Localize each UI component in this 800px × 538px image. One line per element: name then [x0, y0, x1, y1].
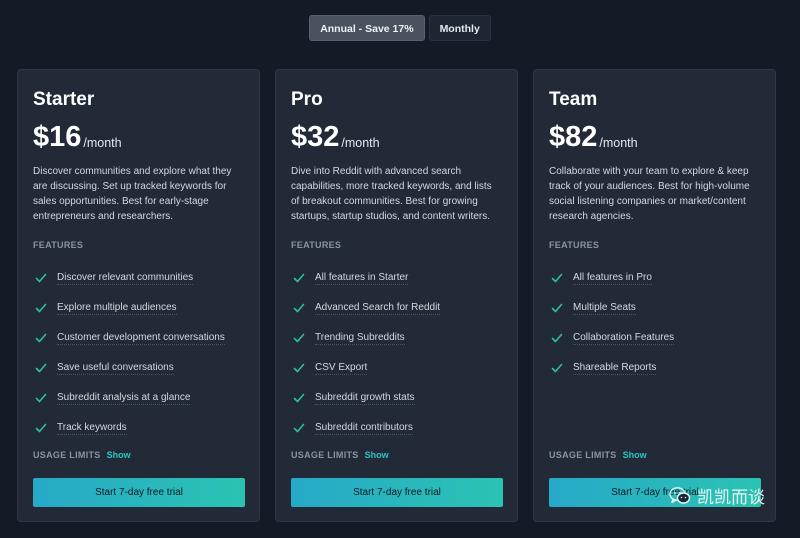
- feature-list: Discover relevant communities Explore mu…: [33, 263, 225, 443]
- price-period: /month: [599, 136, 638, 150]
- feature-item: CSV Export: [291, 353, 440, 383]
- feature-text: All features in Pro: [573, 271, 652, 285]
- usage-limits-label: USAGE LIMITS: [291, 450, 359, 460]
- plan-price: $16: [33, 121, 82, 153]
- check-icon: [551, 302, 563, 314]
- feature-item: Advanced Search for Reddit: [291, 293, 441, 323]
- feature-item: Subreddit analysis at a glance: [33, 383, 225, 413]
- feature-text: All features in Starter: [315, 271, 409, 285]
- price-period: /month: [83, 136, 122, 150]
- feature-text: Subreddit growth stats: [315, 391, 415, 405]
- feature-item: Track keywords: [33, 413, 225, 443]
- billing-toggle: Annual - Save 17% Monthly: [0, 15, 800, 41]
- feature-item: Collaboration Features: [549, 323, 675, 353]
- usage-limits-show-link[interactable]: Show: [107, 450, 131, 460]
- usage-limits-show-link[interactable]: Show: [365, 450, 389, 460]
- price-row: $16 /month: [33, 120, 244, 154]
- price-row: $82 /month: [549, 120, 760, 154]
- check-icon: [35, 272, 47, 284]
- plan-card-pro: Pro $32 /month Dive into Reddit with adv…: [275, 69, 518, 522]
- feature-item: Customer development conversations: [33, 323, 225, 353]
- feature-text: Subreddit analysis at a glance: [57, 391, 191, 405]
- feature-item: Explore multiple audiences: [33, 293, 225, 323]
- feature-item: Shareable Reports: [549, 353, 674, 383]
- feature-item: Subreddit growth stats: [291, 383, 440, 413]
- check-icon: [551, 272, 563, 284]
- feature-text: Subreddit contributors: [315, 421, 413, 435]
- check-icon: [293, 362, 305, 374]
- start-trial-button-pro[interactable]: Start 7-day free trial: [291, 478, 503, 507]
- price-period: /month: [341, 136, 380, 150]
- annual-toggle-button[interactable]: Annual - Save 17%: [309, 15, 425, 41]
- plan-name: Team: [549, 89, 598, 110]
- plan-price: $32: [291, 121, 340, 153]
- wechat-icon: [669, 486, 691, 506]
- features-heading: FEATURES: [33, 240, 84, 250]
- usage-limits-show-link[interactable]: Show: [623, 450, 647, 460]
- check-icon: [35, 422, 47, 434]
- plan-name: Starter: [33, 89, 95, 110]
- watermark-text: 凯凯而谈: [697, 488, 765, 508]
- plan-description: Discover communities and explore what th…: [33, 166, 232, 222]
- check-icon: [35, 392, 47, 404]
- usage-limits-row: USAGE LIMITS Show: [291, 450, 389, 460]
- feature-list: All features in Pro Multiple Seats Colla…: [549, 263, 675, 383]
- feature-text: Explore multiple audiences: [57, 301, 177, 315]
- features-heading: FEATURES: [549, 240, 600, 250]
- feature-text: Trending Subreddits: [315, 331, 405, 345]
- feature-text: Advanced Search for Reddit: [315, 301, 441, 315]
- check-icon: [293, 332, 305, 344]
- price-row: $32 /month: [291, 120, 502, 154]
- check-icon: [293, 422, 305, 434]
- feature-list: All features in Starter Advanced Search …: [291, 263, 441, 443]
- feature-text: Save useful conversations: [57, 361, 174, 375]
- check-icon: [551, 332, 563, 344]
- feature-text: Multiple Seats: [573, 301, 636, 315]
- feature-text: CSV Export: [315, 361, 368, 375]
- check-icon: [293, 302, 305, 314]
- plan-description: Collaborate with your team to explore & …: [549, 166, 750, 222]
- usage-limits-label: USAGE LIMITS: [33, 450, 101, 460]
- usage-limits-row: USAGE LIMITS Show: [33, 450, 131, 460]
- feature-item: Save useful conversations: [33, 353, 225, 383]
- plan-card-starter: Starter $16 /month Discover communities …: [17, 69, 260, 522]
- watermark: 凯凯而谈: [669, 483, 765, 508]
- plan-price: $82: [549, 121, 598, 153]
- check-icon: [293, 392, 305, 404]
- feature-text: Customer development conversations: [57, 331, 225, 345]
- feature-text: Collaboration Features: [573, 331, 675, 345]
- feature-text: Discover relevant communities: [57, 271, 194, 285]
- plan-card-team: Team $82 /month Collaborate with your te…: [533, 69, 776, 522]
- feature-text: Track keywords: [57, 421, 127, 435]
- features-heading: FEATURES: [291, 240, 342, 250]
- plan-description: Dive into Reddit with advanced search ca…: [291, 166, 492, 222]
- start-trial-button-starter[interactable]: Start 7-day free trial: [33, 478, 245, 507]
- check-icon: [293, 272, 305, 284]
- check-icon: [35, 332, 47, 344]
- feature-item: Trending Subreddits: [291, 323, 440, 353]
- usage-limits-row: USAGE LIMITS Show: [549, 450, 647, 460]
- usage-limits-label: USAGE LIMITS: [549, 450, 617, 460]
- feature-item: Multiple Seats: [549, 293, 674, 323]
- check-icon: [35, 302, 47, 314]
- feature-item: All features in Starter: [291, 263, 440, 293]
- monthly-toggle-button[interactable]: Monthly: [428, 15, 491, 41]
- pricing-cards: Starter $16 /month Discover communities …: [17, 69, 776, 522]
- feature-item: All features in Pro: [549, 263, 674, 293]
- check-icon: [551, 362, 563, 374]
- feature-item: Subreddit contributors: [291, 413, 440, 443]
- check-icon: [35, 362, 47, 374]
- feature-item: Discover relevant communities: [33, 263, 225, 293]
- feature-text: Shareable Reports: [573, 361, 657, 375]
- plan-name: Pro: [291, 89, 323, 110]
